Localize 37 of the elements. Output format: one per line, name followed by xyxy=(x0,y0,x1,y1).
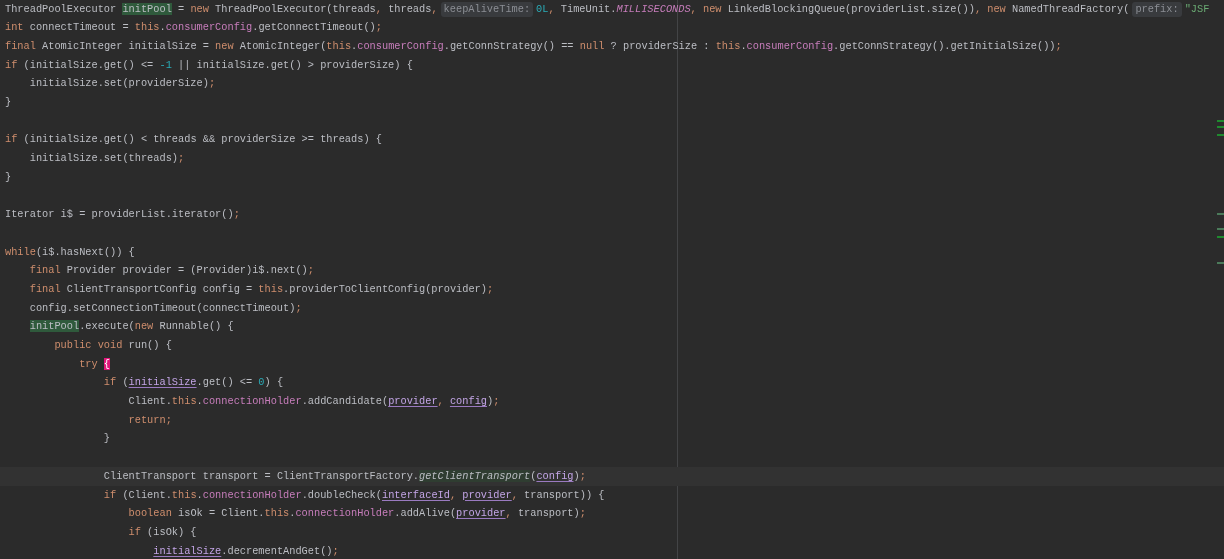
code-text: try { xyxy=(79,356,111,372)
code-text: "JSF xyxy=(1184,1,1210,17)
scrollbar-marker xyxy=(1217,262,1224,264)
code-text: public void run() { xyxy=(54,338,172,353)
code-text: } xyxy=(5,95,12,111)
code-text: final AtomicInteger initialSize = new AtomicInteger(this.consumerConfig.getConnStrategy() == null ? providerSize : this.consumerConfig.getConnStrategy().getInitialSize()); xyxy=(5,39,1062,54)
code-text: initialSize.decrementAndGet(); xyxy=(153,543,339,559)
code-text: initialSize.set(threads); xyxy=(29,151,185,167)
scrollbar-marker xyxy=(1217,236,1224,238)
code-text: int connectTimeout = this.consumerConfig.getConnectTimeout(); xyxy=(5,20,382,36)
code-text: if (isOk) { xyxy=(128,524,197,540)
code-text: final Provider provider = (Provider)i$.next(); xyxy=(29,263,314,279)
parameter-hint: keepAliveTime: xyxy=(440,1,534,17)
scrollbar-marker xyxy=(1217,228,1224,230)
code-text: if (initialSize.get() < threads && providerSize >= threads) { xyxy=(5,132,382,148)
scrollbar-marker xyxy=(1217,134,1224,136)
code-text: boolean isOk = Client.this.connectionHolder.addAlive(provider, transport); xyxy=(128,506,586,522)
parameter-hint: prefix: xyxy=(1132,1,1182,17)
code-text: final ClientTransportConfig config = this.providerToClientConfig(provider); xyxy=(29,281,494,297)
code-text: } xyxy=(103,431,111,447)
code-text: Iterator i$ = providerList.iterator(); xyxy=(5,207,240,223)
code-text: ThreadPoolExecutor initPool = new ThreadPoolExecutor(threads, threads, xyxy=(5,1,438,17)
scrollbar-marker xyxy=(1217,120,1224,122)
code-text: if (Client.this.connectionHolder.doubleCheck(interfaceId, provider, transport)) { xyxy=(103,487,605,503)
code-text: } xyxy=(5,169,12,185)
scrollbar-marker xyxy=(1217,126,1224,128)
code-text: config.setConnectionTimeout(connectTimeout); xyxy=(29,300,302,316)
code-text: return; xyxy=(128,412,172,428)
code-text: 0L, TimeUnit.MILLISECONDS, new LinkedBlockingQueue(providerList.size()), new NamedThreadFactory( xyxy=(536,1,1130,17)
code-text: while(i$.hasNext()) { xyxy=(5,244,135,260)
code-text: if (initialSize.get() <= 0) { xyxy=(103,375,284,391)
code-text: initPool.execute(new Runnable() { xyxy=(29,319,234,335)
code-text: if (initialSize.get() <= -1 || initialSize.get() > providerSize) { xyxy=(5,57,413,73)
code-text: Client.this.connectionHolder.addCandidate(provider, config); xyxy=(128,394,500,410)
scrollbar-marker xyxy=(1217,213,1224,215)
code-text: ClientTransport transport = ClientTransportFactory.getClientTransport(config); xyxy=(103,468,586,484)
code-text: initialSize.set(providerSize); xyxy=(29,76,216,92)
